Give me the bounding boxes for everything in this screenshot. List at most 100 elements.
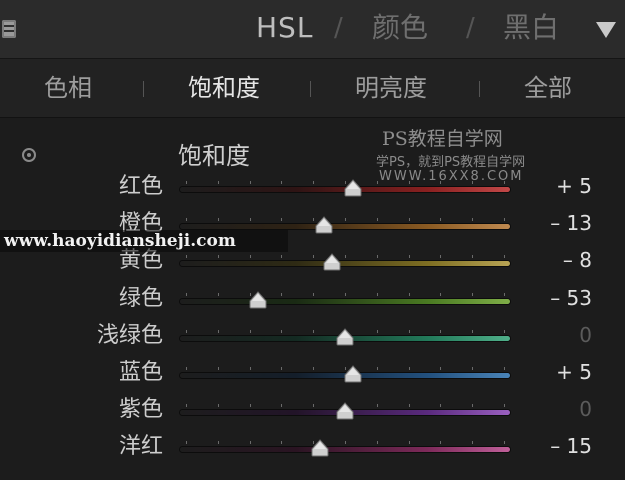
slider-row: 绿色 – 53 (0, 280, 625, 317)
slider-tick (281, 367, 283, 370)
tab-hue[interactable]: 色相 (44, 71, 92, 105)
slider-tick (313, 292, 315, 296)
slider-row: 紫色 0 (0, 391, 625, 428)
slider-tick (376, 292, 378, 296)
slider-tick (472, 441, 474, 445)
slider-tick (440, 181, 442, 184)
slider-thumb[interactable] (335, 328, 355, 346)
slider-thumb[interactable] (248, 290, 268, 309)
slider-tick (345, 255, 346, 259)
slider-tick (217, 404, 219, 408)
tab-saturation[interactable]: 饱和度 (188, 71, 260, 105)
slider-row: 浅绿色 0 (0, 317, 625, 354)
slider-tick (281, 441, 283, 445)
slider-tick (313, 255, 315, 259)
slider-tick (186, 181, 187, 184)
slider-tick (217, 181, 219, 184)
mode-bw[interactable]: 黑白 (503, 8, 559, 48)
slider-value[interactable]: – 53 (550, 280, 592, 317)
slider-tick (440, 218, 442, 222)
slider-tick (408, 329, 410, 333)
slider-tick (217, 255, 219, 259)
slider-tick (440, 367, 442, 370)
slider-tick (376, 218, 378, 222)
tab-divider (143, 81, 144, 97)
watermark-site-name: PS教程自学网 (382, 128, 503, 150)
slider-thumb[interactable] (310, 439, 330, 457)
panel-collapse-icon[interactable] (2, 20, 16, 38)
slider-tick (217, 218, 219, 222)
slider-thumb[interactable] (322, 253, 342, 271)
slider-tick (408, 441, 410, 445)
slider-tick (249, 218, 251, 222)
slider-tick (472, 404, 474, 408)
mode-hsl[interactable]: HSL (256, 8, 313, 48)
slider-track[interactable] (180, 298, 510, 304)
slider-tick (440, 255, 442, 259)
slider-thumb[interactable] (343, 365, 363, 383)
slider-row: 红色 + 5 (0, 168, 625, 205)
slider-tick (376, 404, 378, 408)
slider-track[interactable] (180, 261, 510, 267)
tab-luminance[interactable]: 明亮度 (355, 71, 427, 105)
slider-tick (186, 441, 187, 445)
slider-tick (504, 329, 505, 333)
slider-tick (376, 367, 378, 370)
slider-thumb[interactable] (314, 216, 334, 234)
slider-value[interactable]: – 8 (563, 242, 592, 279)
slider-tick (281, 404, 283, 408)
slider-tick (249, 329, 251, 333)
slider-tick (345, 292, 346, 296)
slider-tick (313, 181, 315, 184)
tab-all[interactable]: 全部 (524, 71, 572, 105)
slider-tick (472, 181, 474, 184)
slider-value[interactable]: + 5 (556, 168, 592, 205)
slider-tick (345, 441, 346, 445)
slider-tick (186, 218, 187, 222)
slider-tick (249, 404, 251, 408)
slider-tick (504, 218, 505, 222)
mode-color[interactable]: 颜色 (372, 8, 428, 48)
slider-thumb[interactable] (335, 402, 355, 420)
slider-tick (408, 292, 410, 296)
slider-value[interactable]: – 13 (550, 205, 592, 242)
target-adjustment-icon[interactable] (22, 148, 36, 162)
slider-track[interactable] (180, 447, 510, 453)
slider-tick (440, 329, 442, 333)
mode-separator: / (334, 13, 343, 43)
slider-tick (281, 181, 283, 184)
slider-tick (281, 329, 283, 333)
slider-tick (249, 367, 251, 370)
slider-row: 蓝色 + 5 (0, 354, 625, 391)
slider-label: 紫色 (118, 397, 163, 423)
slider-tick (408, 404, 410, 408)
slider-tick (249, 181, 251, 184)
slider-value[interactable]: + 5 (556, 354, 592, 391)
slider-label: 浅绿色 (96, 322, 163, 348)
slider-row: 洋红 – 15 (0, 428, 625, 465)
panel-disclosure-icon[interactable] (596, 22, 616, 38)
slider-tick (472, 329, 474, 333)
slider-tick (217, 292, 219, 296)
slider-tick (186, 292, 187, 296)
slider-value[interactable]: 0 (579, 391, 592, 428)
slider-tick (472, 255, 474, 259)
slider-value[interactable]: – 15 (550, 428, 592, 465)
slider-tick (472, 218, 474, 222)
slider-thumb[interactable] (343, 179, 363, 197)
tab-divider (310, 81, 311, 97)
hsl-panel-header: HSL / 颜色 / 黑白 (0, 0, 625, 59)
slider-track[interactable] (180, 224, 510, 230)
slider-tick (217, 367, 219, 370)
slider-tick (408, 367, 410, 370)
slider-tick (249, 255, 251, 259)
slider-tick (472, 367, 474, 370)
slider-tick (504, 404, 505, 408)
slider-tick (504, 367, 505, 370)
slider-tick (217, 329, 219, 333)
mode-separator: / (466, 13, 475, 43)
slider-label: 蓝色 (118, 360, 163, 385)
slider-tick (313, 329, 315, 333)
slider-tick (281, 218, 283, 222)
slider-value[interactable]: 0 (579, 317, 592, 354)
